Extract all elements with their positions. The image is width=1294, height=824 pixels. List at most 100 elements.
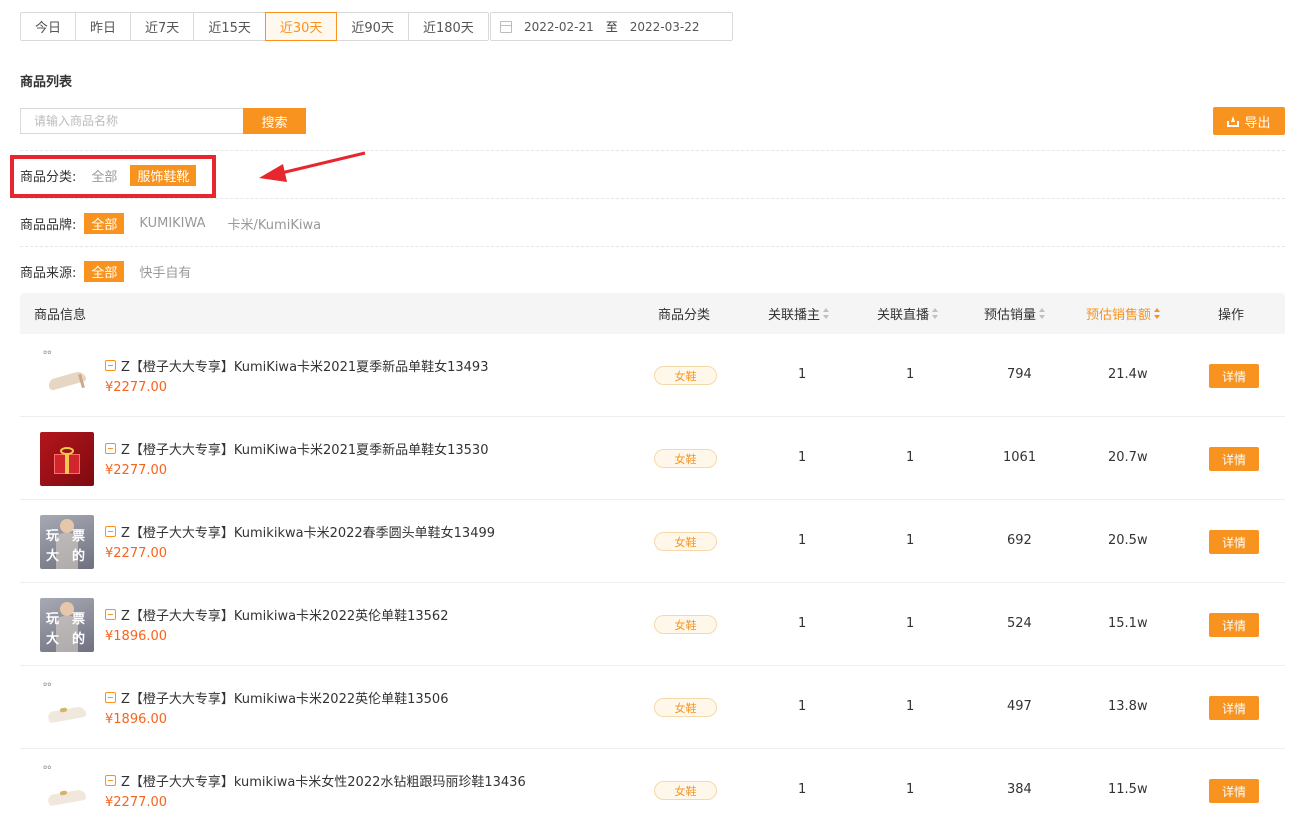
lives-count: 1 — [906, 782, 915, 797]
thumbnail-text: 票 — [72, 612, 86, 627]
export-label: 导出 — [1244, 115, 1271, 131]
lives-count: 1 — [906, 367, 915, 382]
brand-option-all[interactable]: 全部 — [84, 213, 125, 234]
header-revenue-label: 预估销售额 — [1086, 308, 1152, 323]
product-title[interactable]: Z【橙子大大专享】kumikiwa卡米女性2022水钻粗跟玛丽珍鞋13436 — [105, 771, 526, 790]
product-thumbnail[interactable]: ✿✿ — [40, 681, 94, 735]
revenue-estimate: 11.5w — [1108, 782, 1148, 797]
product-price: ¥2277.00 — [105, 546, 168, 561]
detail-button[interactable]: 详情 — [1209, 779, 1259, 803]
detail-button[interactable]: 详情 — [1209, 696, 1259, 720]
upload-icon — [1227, 115, 1240, 127]
divider — [20, 246, 1285, 247]
product-title-text: Z【橙子大大专享】Kumikiwa卡米2022英伦单鞋13562 — [121, 609, 449, 624]
section-title: 商品列表 — [20, 75, 73, 90]
product-title[interactable]: Z【橙子大大专享】Kumikiwa卡米2022英伦单鞋13562 — [105, 605, 448, 624]
source-option-all[interactable]: 全部 — [84, 261, 125, 282]
header-revenue[interactable]: 预估销售额 — [1086, 293, 1161, 334]
store-icon — [105, 692, 116, 703]
product-title[interactable]: Z【橙子大大专享】Kumikikwa卡米2022春季圆头单鞋女13499 — [105, 522, 495, 541]
sales-estimate: 794 — [1007, 367, 1032, 382]
date-separator: 至 — [605, 20, 618, 34]
tab-7-days[interactable]: 近7天 — [130, 12, 195, 41]
product-thumbnail[interactable]: ✿✿ — [40, 764, 94, 818]
tab-15-days[interactable]: 近15天 — [193, 12, 266, 41]
header-anchors[interactable]: 关联播主 — [768, 293, 830, 334]
source-filter-label: 商品来源: — [20, 266, 77, 281]
product-price: ¥2277.00 — [105, 380, 168, 395]
revenue-estimate: 13.8w — [1108, 699, 1148, 714]
sales-estimate: 1061 — [1003, 450, 1037, 465]
product-title[interactable]: Z【橙子大大专享】Kumikiwa卡米2022英伦单鞋13506 — [105, 688, 448, 707]
product-price: ¥2277.00 — [105, 795, 168, 810]
sort-icon[interactable] — [823, 308, 830, 319]
product-title-text: Z【橙子大大专享】Kumikikwa卡米2022春季圆头单鞋女13499 — [121, 526, 496, 541]
product-thumbnail[interactable]: ✿✿ — [40, 349, 94, 403]
date-range-picker[interactable]: 2022-02-21 至 2022-03-22 — [490, 12, 733, 41]
table-header: 商品信息 商品分类 关联播主 关联直播 预估销量 预估销售额 操作 — [20, 293, 1285, 334]
header-category: 商品分类 — [658, 308, 711, 323]
detail-button[interactable]: 详情 — [1209, 613, 1259, 637]
header-lives-label: 关联直播 — [877, 308, 930, 323]
tab-30-days[interactable]: 近30天 — [264, 12, 338, 41]
brand-option-kami-kumikiwa[interactable]: 卡米/KumiKiwa — [221, 213, 329, 234]
product-thumbnail[interactable]: 玩 票 大 的 — [40, 515, 94, 569]
store-icon — [105, 775, 116, 786]
anchors-count: 1 — [798, 699, 807, 714]
source-option-kuaishou[interactable]: 快手自有 — [132, 261, 198, 282]
product-price: ¥1896.00 — [105, 712, 168, 727]
product-price: ¥1896.00 — [105, 629, 168, 644]
header-action: 操作 — [1218, 308, 1245, 323]
revenue-estimate: 20.7w — [1108, 450, 1148, 465]
date-start[interactable]: 2022-02-21 — [524, 20, 594, 34]
table-row: ✿✿ Z【橙子大大专享】KumiKiwa卡米2021夏季新品单鞋女13493 ¥… — [20, 334, 1285, 417]
header-sales[interactable]: 预估销量 — [984, 293, 1046, 334]
export-button[interactable]: 导出 — [1213, 107, 1285, 135]
sales-estimate: 524 — [1007, 616, 1032, 631]
tab-180-days[interactable]: 近180天 — [407, 12, 489, 41]
anchors-count: 1 — [798, 450, 807, 465]
detail-button[interactable]: 详情 — [1209, 447, 1259, 471]
lives-count: 1 — [906, 699, 915, 714]
store-icon — [105, 443, 116, 454]
product-thumbnail[interactable]: 玩 票 大 的 — [40, 598, 94, 652]
product-title-text: Z【橙子大大专享】kumikiwa卡米女性2022水钻粗跟玛丽珍鞋13436 — [121, 775, 526, 790]
brand-option-kumikiwa[interactable]: KUMIKIWA — [132, 215, 212, 232]
detail-button[interactable]: 详情 — [1209, 364, 1259, 388]
product-title-text: Z【橙子大大专享】KumiKiwa卡米2021夏季新品单鞋女13493 — [121, 360, 489, 375]
search-input[interactable] — [20, 108, 244, 134]
divider — [20, 150, 1285, 151]
search-button[interactable]: 搜索 — [243, 108, 306, 134]
annotation-highlight-box — [10, 155, 216, 198]
product-title[interactable]: Z【橙子大大专享】KumiKiwa卡米2021夏季新品单鞋女13493 — [105, 356, 488, 375]
brand-filter-label: 商品品牌: — [20, 218, 77, 233]
detail-button[interactable]: 详情 — [1209, 530, 1259, 554]
anchors-count: 1 — [798, 533, 807, 548]
tab-90-days[interactable]: 近90天 — [336, 12, 409, 41]
sort-icon[interactable] — [932, 308, 939, 319]
sort-icon[interactable] — [1154, 308, 1161, 319]
thumbnail-text: 大 — [46, 549, 60, 564]
product-thumbnail[interactable] — [40, 432, 94, 486]
anchors-count: 1 — [798, 782, 807, 797]
revenue-estimate: 21.4w — [1108, 367, 1148, 382]
thumbnail-text: 票 — [72, 529, 86, 544]
lives-count: 1 — [906, 616, 915, 631]
store-icon — [105, 526, 116, 537]
annotation-arrow-icon — [259, 151, 366, 182]
tab-today[interactable]: 今日 — [20, 12, 77, 41]
table-row: ✿✿ Z【橙子大大专享】Kumikiwa卡米2022英伦单鞋13506 ¥189… — [20, 666, 1285, 749]
product-title[interactable]: Z【橙子大大专享】KumiKiwa卡米2021夏季新品单鞋女13530 — [105, 439, 488, 458]
category-tag: 女鞋 — [654, 449, 717, 468]
thumbnail-text: 玩 — [46, 612, 60, 627]
sort-icon[interactable] — [1039, 308, 1046, 319]
tab-yesterday[interactable]: 昨日 — [75, 12, 132, 41]
revenue-estimate: 20.5w — [1108, 533, 1148, 548]
anchors-count: 1 — [798, 367, 807, 382]
sales-estimate: 692 — [1007, 533, 1032, 548]
header-lives[interactable]: 关联直播 — [877, 293, 939, 334]
date-end[interactable]: 2022-03-22 — [630, 20, 700, 34]
sales-estimate: 384 — [1007, 782, 1032, 797]
divider — [20, 198, 1285, 199]
product-price: ¥2277.00 — [105, 463, 168, 478]
